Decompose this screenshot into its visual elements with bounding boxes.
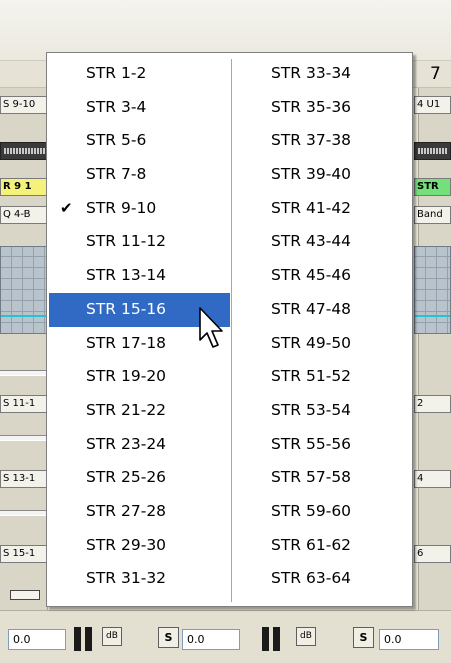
eq-curve bbox=[415, 315, 450, 317]
level-field[interactable]: 0.0 bbox=[182, 629, 240, 650]
menu-column-2: STR 33-34 STR 35-36 STR 37-38 STR 39-40 … bbox=[235, 57, 409, 596]
menu-item-str-7-8[interactable]: STR 7-8 bbox=[49, 158, 230, 192]
aux-chip[interactable]: 2 bbox=[414, 395, 451, 413]
menu-item-str-59-60[interactable]: STR 59-60 bbox=[235, 495, 409, 529]
stereo-channel-menu: STR 1-2 STR 3-4 STR 5-6 STR 7-8 ✔ STR 9-… bbox=[46, 52, 413, 607]
arrow-cursor-icon bbox=[199, 307, 223, 348]
menu-item-str-1-2[interactable]: STR 1-2 bbox=[49, 57, 230, 91]
menu-item-str-53-54[interactable]: STR 53-54 bbox=[235, 394, 409, 428]
level-field[interactable]: 0.0 bbox=[379, 629, 439, 650]
menu-item-str-37-38[interactable]: STR 37-38 bbox=[235, 124, 409, 158]
menu-item-str-19-20[interactable]: STR 19-20 bbox=[49, 360, 230, 394]
aux-chip[interactable]: S 15-1 bbox=[0, 545, 50, 563]
fader-groove bbox=[0, 370, 48, 376]
level-field[interactable]: 0.0 bbox=[8, 629, 66, 650]
menu-item-label: STR 9-10 bbox=[86, 198, 157, 217]
aux-chip[interactable]: S 11-1 bbox=[0, 395, 50, 413]
aux-chip[interactable]: S 13-1 bbox=[0, 470, 50, 488]
channel-routing-chip[interactable] bbox=[414, 142, 451, 160]
db-button[interactable]: dB bbox=[296, 627, 316, 646]
menu-item-str-35-36[interactable]: STR 35-36 bbox=[235, 91, 409, 125]
channel-input-chip[interactable]: S 9-10 bbox=[0, 96, 50, 114]
level-meter bbox=[262, 627, 269, 651]
menu-item-str-39-40[interactable]: STR 39-40 bbox=[235, 158, 409, 192]
menu-item-str-29-30[interactable]: STR 29-30 bbox=[49, 529, 230, 563]
eq-chip[interactable]: Q 4-B bbox=[0, 206, 50, 224]
menu-item-str-51-52[interactable]: STR 51-52 bbox=[235, 360, 409, 394]
level-meter bbox=[85, 627, 92, 651]
menu-item-str-43-44[interactable]: STR 43-44 bbox=[235, 225, 409, 259]
solo-button[interactable]: S bbox=[158, 627, 179, 648]
eq-graph bbox=[0, 246, 48, 334]
menu-column-separator bbox=[231, 59, 233, 602]
fader-groove bbox=[0, 435, 48, 441]
eq-graph bbox=[414, 246, 451, 334]
channel-number: 7 bbox=[430, 64, 441, 84]
channel-name-chip[interactable]: STR bbox=[414, 178, 451, 196]
level-meter bbox=[74, 627, 81, 651]
solo-button[interactable]: S bbox=[353, 627, 374, 648]
menu-item-str-9-10[interactable]: ✔ STR 9-10 bbox=[49, 192, 230, 226]
menu-item-str-13-14[interactable]: STR 13-14 bbox=[49, 259, 230, 293]
menu-item-str-25-26[interactable]: STR 25-26 bbox=[49, 461, 230, 495]
menu-item-str-49-50[interactable]: STR 49-50 bbox=[235, 327, 409, 361]
menu-item-str-3-4[interactable]: STR 3-4 bbox=[49, 91, 230, 125]
pan-slider[interactable] bbox=[10, 590, 40, 600]
db-button[interactable]: dB bbox=[102, 627, 122, 646]
mixer-top-area bbox=[0, 0, 451, 60]
menu-item-str-63-64[interactable]: STR 63-64 bbox=[235, 562, 409, 596]
right-channel-strip bbox=[418, 88, 451, 663]
menu-item-str-27-28[interactable]: STR 27-28 bbox=[49, 495, 230, 529]
menu-item-str-61-62[interactable]: STR 61-62 bbox=[235, 529, 409, 563]
eq-chip[interactable]: Band bbox=[414, 206, 451, 224]
eq-curve bbox=[1, 315, 47, 317]
channel-controls-row: 0.0 dB S 0.0 dB S 0.0 bbox=[0, 610, 451, 663]
menu-item-str-33-34[interactable]: STR 33-34 bbox=[235, 57, 409, 91]
channel-input-chip[interactable]: 4 U1 bbox=[414, 96, 451, 114]
menu-item-str-45-46[interactable]: STR 45-46 bbox=[235, 259, 409, 293]
aux-chip[interactable]: 4 bbox=[414, 470, 451, 488]
menu-item-str-55-56[interactable]: STR 55-56 bbox=[235, 428, 409, 462]
menu-item-str-11-12[interactable]: STR 11-12 bbox=[49, 225, 230, 259]
menu-item-str-47-48[interactable]: STR 47-48 bbox=[235, 293, 409, 327]
menu-item-str-23-24[interactable]: STR 23-24 bbox=[49, 428, 230, 462]
check-icon: ✔ bbox=[60, 198, 73, 217]
menu-item-str-57-58[interactable]: STR 57-58 bbox=[235, 461, 409, 495]
level-meter bbox=[273, 627, 280, 651]
menu-item-str-5-6[interactable]: STR 5-6 bbox=[49, 124, 230, 158]
channel-routing-chip[interactable] bbox=[0, 142, 50, 160]
fader-groove bbox=[0, 510, 48, 516]
channel-name-chip[interactable]: R 9 1 bbox=[0, 178, 50, 196]
menu-item-str-41-42[interactable]: STR 41-42 bbox=[235, 192, 409, 226]
aux-chip[interactable]: 6 bbox=[414, 545, 451, 563]
menu-item-str-21-22[interactable]: STR 21-22 bbox=[49, 394, 230, 428]
menu-item-str-31-32[interactable]: STR 31-32 bbox=[49, 562, 230, 596]
